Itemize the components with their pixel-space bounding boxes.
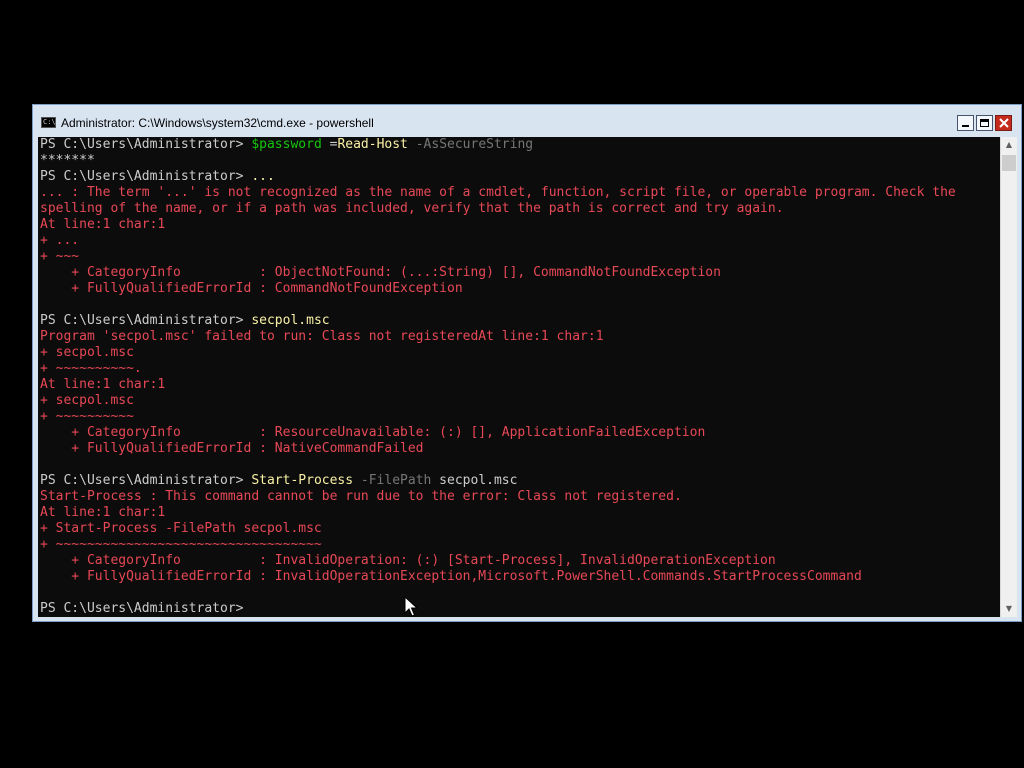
close-button[interactable]: [995, 115, 1012, 131]
console-text: + Start-Process -FilePath secpol.msc: [40, 521, 322, 536]
mouse-pointer-icon: [404, 596, 418, 617]
console-text: + FullyQualifiedErrorId : NativeCommandF…: [40, 441, 424, 456]
console-line: PS C:\Users\Administrator> $password =Re…: [40, 137, 956, 153]
console-text: secpol.msc: [251, 313, 330, 328]
console-text: + secpol.msc: [40, 345, 134, 360]
console-text: secpol.msc: [431, 473, 518, 488]
console-line: + ~~~~~~~~~~: [40, 409, 956, 425]
vertical-scrollbar[interactable]: ▲ ▼: [1000, 137, 1017, 617]
console-text: PS C:\Users\Administrator>: [40, 601, 244, 616]
console-text: + ~~~~~~~~~~: [40, 409, 134, 424]
console-line: + ...: [40, 233, 956, 249]
console-text: + secpol.msc: [40, 393, 134, 408]
console-line: + FullyQualifiedErrorId : InvalidOperati…: [40, 569, 956, 585]
console-line: PS C:\Users\Administrator> secpol.msc: [40, 313, 956, 329]
console-text: $password: [251, 137, 322, 152]
console-text: + CategoryInfo : ObjectNotFound: (...:St…: [40, 265, 721, 280]
console-text: + ~~~~~~~~~~~~~~~~~~~~~~~~~~~~~~~~~~: [40, 537, 322, 552]
console-text: =: [321, 137, 338, 152]
console-text: At line:1 char:1: [40, 377, 166, 392]
console-text: At line:1 char:1: [40, 505, 166, 520]
console-text: -AsSecureString: [407, 137, 534, 152]
minimize-button[interactable]: [957, 115, 974, 131]
console-line: + secpol.msc: [40, 345, 956, 361]
console-text: + ~~~~~~~~~~.: [40, 361, 142, 376]
console-text: ... : The term '...' is not recognized a…: [40, 185, 956, 200]
console-line: Start-Process : This command cannot be r…: [40, 489, 956, 505]
console-output[interactable]: PS C:\Users\Administrator> $password =Re…: [38, 137, 1000, 617]
console-text: PS C:\Users\Administrator>: [40, 169, 252, 184]
console-line: + ~~~~~~~~~~~~~~~~~~~~~~~~~~~~~~~~~~: [40, 537, 956, 553]
console-line: spelling of the name, or if a path was i…: [40, 201, 956, 217]
console-line: + Start-Process -FilePath secpol.msc: [40, 521, 956, 537]
console-window: C:\ Administrator: C:\Windows\system32\c…: [32, 104, 1022, 622]
console-text: ...: [251, 169, 275, 184]
console-line: At line:1 char:1: [40, 217, 956, 233]
console-text: -FilePath: [353, 473, 432, 488]
console-text: + ~~~: [40, 249, 80, 264]
console-line: + secpol.msc: [40, 393, 956, 409]
console-line: Program 'secpol.msc' failed to run: Clas…: [40, 329, 956, 345]
console-line: + CategoryInfo : ResourceUnavailable: (:…: [40, 425, 956, 441]
console-text: + CategoryInfo : InvalidOperation: (:) […: [40, 553, 776, 568]
console-line: + FullyQualifiedErrorId : CommandNotFoun…: [40, 281, 956, 297]
console-line: At line:1 char:1: [40, 377, 956, 393]
console-text: spelling of the name, or if a path was i…: [40, 201, 784, 216]
console-line: + CategoryInfo : ObjectNotFound: (...:St…: [40, 265, 956, 281]
console-text: *******: [40, 153, 95, 168]
scroll-down-arrow-icon[interactable]: ▼: [1001, 601, 1017, 617]
console-line: + FullyQualifiedErrorId : NativeCommandF…: [40, 441, 956, 457]
window-title: Administrator: C:\Windows\system32\cmd.e…: [61, 116, 374, 130]
console-line: PS C:\Users\Administrator> ...: [40, 169, 956, 185]
cmd-icon[interactable]: C:\: [41, 117, 56, 128]
title-bar[interactable]: C:\ Administrator: C:\Windows\system32\c…: [33, 105, 1021, 137]
console-text: + CategoryInfo : ResourceUnavailable: (:…: [40, 425, 706, 440]
console-text: + ...: [40, 233, 80, 248]
console-lines: PS C:\Users\Administrator> $password =Re…: [40, 137, 956, 617]
console-text: + FullyQualifiedErrorId : CommandNotFoun…: [40, 281, 463, 296]
scrollbar-thumb[interactable]: [1002, 155, 1016, 171]
close-icon: [999, 118, 1009, 128]
console-text: + FullyQualifiedErrorId : InvalidOperati…: [40, 569, 862, 584]
console-text: Read-Host: [337, 137, 408, 152]
console-text: Program 'secpol.msc' failed to run: Clas…: [40, 329, 604, 344]
console-line: At line:1 char:1: [40, 505, 956, 521]
console-text: Start-Process: [251, 473, 354, 488]
console-line: *******: [40, 153, 956, 169]
console-line: + ~~~~~~~~~~.: [40, 361, 956, 377]
console-text: PS C:\Users\Administrator>: [40, 473, 252, 488]
scroll-up-arrow-icon[interactable]: ▲: [1001, 137, 1017, 153]
console-text: Start-Process : This command cannot be r…: [40, 489, 682, 504]
console-line: PS C:\Users\Administrator>: [40, 601, 956, 617]
console-line: PS C:\Users\Administrator> Start-Process…: [40, 473, 956, 489]
console-line: ... : The term '...' is not recognized a…: [40, 185, 956, 201]
maximize-button[interactable]: [976, 115, 993, 131]
console-text: PS C:\Users\Administrator>: [40, 137, 252, 152]
console-text: At line:1 char:1: [40, 217, 166, 232]
console-line: + CategoryInfo : InvalidOperation: (:) […: [40, 553, 956, 569]
console-line: + ~~~: [40, 249, 956, 265]
console-text: PS C:\Users\Administrator>: [40, 313, 252, 328]
